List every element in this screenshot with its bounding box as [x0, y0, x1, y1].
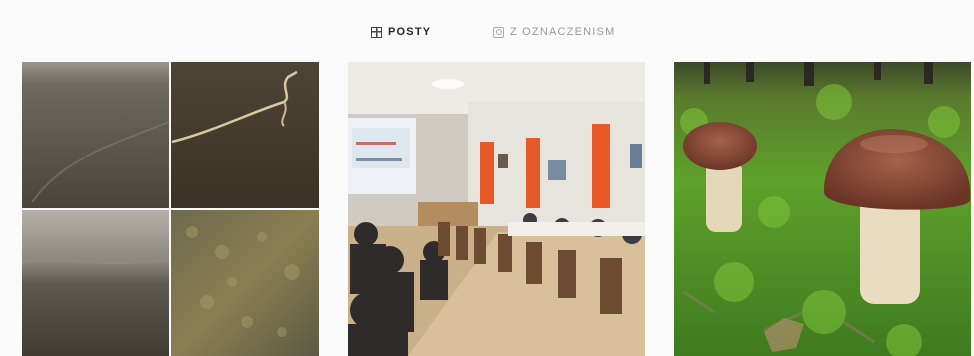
tab-tagged-label: Z OZNACZENISM: [510, 26, 616, 38]
tab-posts-label: POSTY: [388, 26, 432, 38]
post-thumbnail-aerial[interactable]: [22, 62, 319, 356]
grid-icon: [371, 26, 382, 38]
tagged-icon: [493, 26, 504, 38]
mushrooms-image: [674, 62, 971, 356]
tab-posts[interactable]: POSTY: [371, 26, 431, 38]
tab-tagged[interactable]: Z OZNACZENISM: [493, 26, 615, 38]
post-thumbnail-mushrooms[interactable]: [674, 62, 971, 356]
conference-room-image: [348, 62, 645, 356]
profile-tabs: POSTY Z OZNACZENISM: [0, 0, 974, 62]
aerial-collage-image: [22, 62, 319, 356]
post-thumbnail-conference[interactable]: [348, 62, 645, 356]
